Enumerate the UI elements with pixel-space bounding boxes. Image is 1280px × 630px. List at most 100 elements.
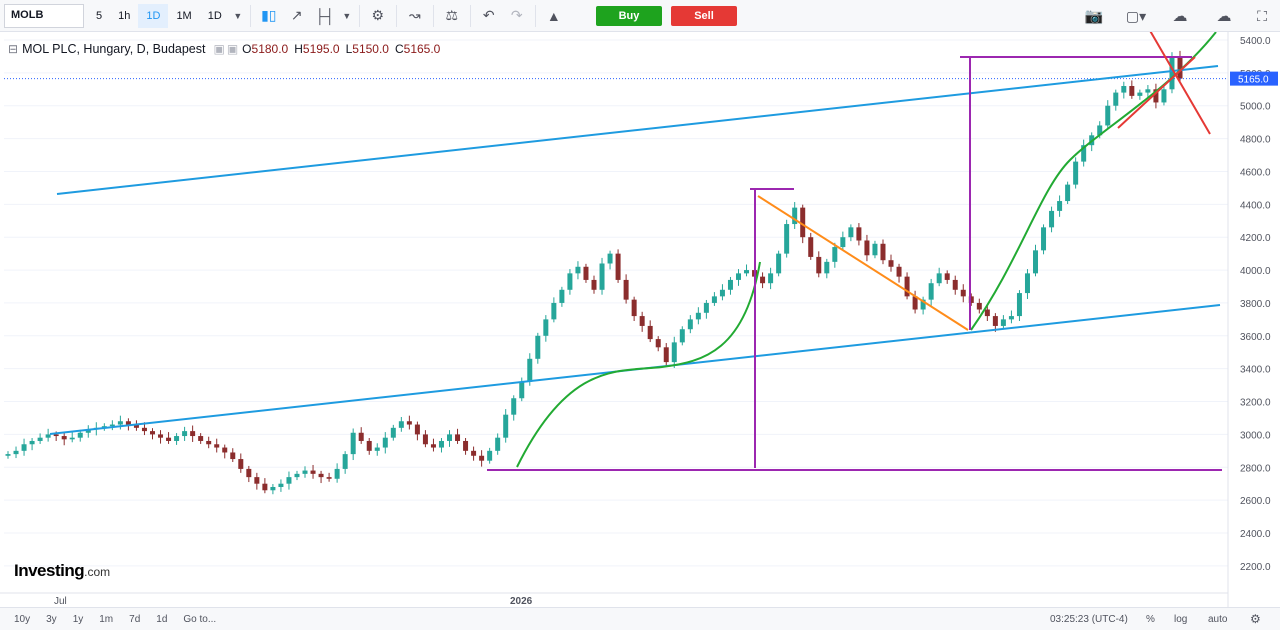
candle-body	[960, 289, 966, 297]
redo-icon[interactable]: ↷	[503, 4, 531, 28]
candle-body	[591, 279, 597, 290]
range-1m[interactable]: 1m	[91, 609, 121, 629]
candle-body	[575, 266, 581, 274]
candle-body	[768, 273, 774, 284]
auto-toggle[interactable]: auto	[1208, 609, 1227, 629]
price-tick-label: 5400.0	[1240, 36, 1271, 47]
line-chart-icon[interactable]: ↗	[283, 4, 311, 28]
gear-icon[interactable]: ⚙	[1250, 609, 1261, 629]
candle-body	[334, 468, 340, 479]
candle-body	[535, 335, 541, 359]
candle-body	[29, 440, 35, 445]
candle-body	[808, 237, 814, 257]
candle-body	[430, 444, 436, 448]
candle-body	[519, 381, 525, 399]
close-label: C	[394, 42, 404, 56]
goto-button[interactable]: Go to...	[175, 609, 224, 629]
candle-body	[559, 289, 565, 303]
undo-icon[interactable]: ↶	[475, 4, 503, 28]
candle-body	[45, 434, 51, 438]
candle-body	[495, 437, 501, 451]
indicators-icon[interactable]: ↝	[401, 4, 429, 28]
symbol-input[interactable]: MOLB	[4, 3, 84, 28]
range-1y[interactable]: 1y	[65, 609, 92, 629]
candle-body	[679, 329, 685, 343]
settings-small-icon[interactable]: ▣	[227, 42, 238, 56]
candle-body	[1113, 92, 1119, 106]
time-tick-label: Jul	[54, 596, 67, 607]
chevron-down-icon[interactable]: ▼	[339, 4, 355, 28]
candle-body	[182, 431, 188, 437]
camera-icon[interactable]: 📷	[1078, 4, 1110, 28]
candle-body	[198, 436, 204, 441]
interval-1h[interactable]: 1h	[110, 4, 138, 28]
candle-body	[77, 432, 83, 438]
chevron-down-icon[interactable]: ▼	[230, 4, 246, 28]
toolbar-divider	[395, 4, 397, 27]
buy-button[interactable]: Buy	[596, 6, 662, 26]
range-10y[interactable]: 10y	[6, 609, 38, 629]
candle-body	[583, 266, 589, 280]
price-chart[interactable]: 5400.05200.05000.04800.04600.04400.04200…	[0, 32, 1280, 607]
candle-body	[864, 240, 870, 256]
candle-body	[366, 440, 372, 451]
range-3y[interactable]: 3y	[38, 609, 65, 629]
price-tick-label: 4200.0	[1240, 233, 1271, 244]
percent-toggle[interactable]: %	[1146, 609, 1155, 629]
cloud-download-icon[interactable]: ☁	[1162, 4, 1198, 28]
candle-body	[190, 431, 196, 437]
candle-body	[262, 483, 268, 491]
candle-body	[503, 414, 509, 438]
toolbar-divider	[432, 4, 434, 27]
bars-icon[interactable]: ├┤	[311, 4, 339, 28]
compare-icon[interactable]: ⚖	[438, 4, 466, 28]
price-tick-label: 3400.0	[1240, 365, 1271, 376]
candle-body	[61, 436, 67, 440]
candle-body	[711, 296, 717, 303]
cloud-upload-icon[interactable]: ☁	[1206, 4, 1242, 28]
candle-body	[326, 477, 332, 479]
layout-icon[interactable]: ▢▾	[1118, 4, 1154, 28]
candle-body	[1121, 86, 1127, 93]
gear-icon[interactable]: ⚙	[364, 4, 392, 28]
candle-body	[230, 452, 236, 460]
range-7d[interactable]: 7d	[121, 609, 148, 629]
price-tick-label: 4800.0	[1240, 135, 1271, 146]
candles-icon[interactable]: ▮▯	[255, 4, 283, 28]
candle-body	[703, 302, 709, 313]
interval-dropdown[interactable]: 1D	[200, 4, 230, 28]
interval-1d[interactable]: 1D	[138, 3, 169, 28]
legend-low: L5150.0	[346, 42, 389, 56]
drawing-layer	[4, 32, 1228, 471]
toolbar-divider	[249, 4, 251, 27]
candle-body	[615, 253, 621, 280]
candle-body	[952, 279, 958, 290]
price-tick-label: 2800.0	[1240, 463, 1271, 474]
candle-body	[928, 283, 934, 300]
candle-body	[302, 470, 308, 474]
legend-title: MOL PLC, Hungary, D, Budapest	[22, 42, 206, 56]
candle-body	[744, 270, 750, 274]
interval-1m[interactable]: 1M	[168, 4, 199, 28]
log-toggle[interactable]: log	[1174, 609, 1187, 629]
high-value: 5195.0	[302, 42, 340, 56]
alert-icon[interactable]: ▲	[540, 4, 568, 28]
collapse-icon[interactable]: ⊟	[8, 42, 18, 56]
price-tick-label: 2200.0	[1240, 562, 1271, 573]
fullscreen-icon[interactable]: ⛶	[1248, 4, 1276, 28]
candle-body	[174, 436, 180, 441]
candle-body	[719, 289, 725, 297]
price-tick-label: 4600.0	[1240, 167, 1271, 178]
candle-body	[254, 477, 260, 484]
candle-body	[374, 447, 380, 451]
candle-body	[944, 273, 950, 280]
candle-body	[471, 450, 477, 456]
sell-button[interactable]: Sell	[671, 6, 737, 26]
candle-body	[687, 319, 693, 330]
price-axis-bg	[1228, 32, 1280, 607]
range-1d[interactable]: 1d	[148, 609, 175, 629]
candle-body	[1008, 316, 1014, 320]
candle-body	[350, 432, 356, 455]
eye-icon[interactable]: ▣	[213, 42, 224, 56]
interval-5[interactable]: 5	[88, 4, 110, 28]
